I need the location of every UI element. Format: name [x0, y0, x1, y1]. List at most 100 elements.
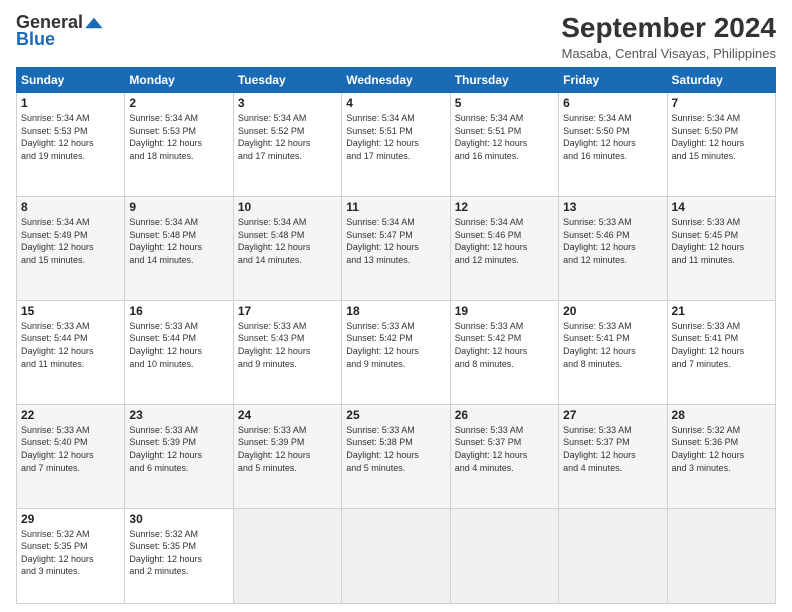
calendar-cell — [342, 508, 450, 603]
day-info: Sunrise: 5:34 AM Sunset: 5:51 PM Dayligh… — [455, 112, 554, 162]
day-info: Sunrise: 5:33 AM Sunset: 5:45 PM Dayligh… — [672, 216, 771, 266]
calendar-cell: 20Sunrise: 5:33 AM Sunset: 5:41 PM Dayli… — [559, 300, 667, 404]
weekday-header: Monday — [125, 68, 233, 93]
logo-blue: Blue — [16, 29, 55, 50]
day-info: Sunrise: 5:33 AM Sunset: 5:39 PM Dayligh… — [238, 424, 337, 474]
day-number: 10 — [238, 200, 337, 214]
day-info: Sunrise: 5:33 AM Sunset: 5:41 PM Dayligh… — [563, 320, 662, 370]
day-info: Sunrise: 5:34 AM Sunset: 5:50 PM Dayligh… — [563, 112, 662, 162]
calendar-cell: 19 Sunrise: 5:33 AM Sunset: 5:42 PM Dayli… — [450, 300, 558, 404]
day-info: Sunrise: 5:33 AM Sunset: 5:44 PM Dayligh… — [129, 320, 228, 370]
day-number: 3 — [238, 96, 337, 110]
calendar-cell: 8Sunrise: 5:34 AM Sunset: 5:49 PM Daylig… — [17, 196, 125, 300]
day-info: Sunrise: 5:34 AM Sunset: 5:50 PM Dayligh… — [672, 112, 771, 162]
calendar-cell: 13Sunrise: 5:33 AM Sunset: 5:46 PM Dayli… — [559, 196, 667, 300]
month-year: September 2024 — [561, 12, 776, 44]
day-number: 30 — [129, 512, 228, 526]
day-number: 7 — [672, 96, 771, 110]
day-info: Sunrise: 5:34 AM Sunset: 5:46 PM Dayligh… — [455, 216, 554, 266]
day-number: 6 — [563, 96, 662, 110]
page: General Blue September 2024 Masaba, Cent… — [0, 0, 792, 612]
day-number: 25 — [346, 408, 445, 422]
calendar-cell: 5 Sunrise: 5:34 AM Sunset: 5:51 PM Daylig… — [450, 93, 558, 197]
day-info: Sunrise: 5:34 AM Sunset: 5:53 PM Dayligh… — [21, 112, 120, 162]
weekday-header: Sunday — [17, 68, 125, 93]
calendar-row: 15 Sunrise: 5:33 AM Sunset: 5:44 PM Dayli… — [17, 300, 776, 404]
day-info: Sunrise: 5:33 AM Sunset: 5:44 PM Dayligh… — [21, 320, 120, 370]
day-info: Sunrise: 5:34 AM Sunset: 5:52 PM Dayligh… — [238, 112, 337, 162]
day-info: Sunrise: 5:33 AM Sunset: 5:46 PM Dayligh… — [563, 216, 662, 266]
day-number: 4 — [346, 96, 445, 110]
day-number: 11 — [346, 200, 445, 214]
calendar-row: 29Sunrise: 5:32 AM Sunset: 5:35 PM Dayli… — [17, 508, 776, 603]
calendar-cell: 23 Sunrise: 5:33 AM Sunset: 5:39 PM Dayli… — [125, 404, 233, 508]
calendar-cell: 3 Sunrise: 5:34 AM Sunset: 5:52 PM Daylig… — [233, 93, 341, 197]
calendar-cell: 16 Sunrise: 5:33 AM Sunset: 5:44 PM Dayli… — [125, 300, 233, 404]
day-info: Sunrise: 5:34 AM Sunset: 5:51 PM Dayligh… — [346, 112, 445, 162]
weekday-header: Thursday — [450, 68, 558, 93]
day-number: 5 — [455, 96, 554, 110]
calendar-cell: 29Sunrise: 5:32 AM Sunset: 5:35 PM Dayli… — [17, 508, 125, 603]
day-info: Sunrise: 5:33 AM Sunset: 5:42 PM Dayligh… — [455, 320, 554, 370]
calendar-cell: 7 Sunrise: 5:34 AM Sunset: 5:50 PM Daylig… — [667, 93, 775, 197]
day-number: 22 — [21, 408, 120, 422]
day-info: Sunrise: 5:34 AM Sunset: 5:48 PM Dayligh… — [238, 216, 337, 266]
header: General Blue September 2024 Masaba, Cent… — [16, 12, 776, 61]
calendar-cell: 9Sunrise: 5:34 AM Sunset: 5:48 PM Daylig… — [125, 196, 233, 300]
calendar-cell: 22Sunrise: 5:33 AM Sunset: 5:40 PM Dayli… — [17, 404, 125, 508]
day-info: Sunrise: 5:32 AM Sunset: 5:36 PM Dayligh… — [672, 424, 771, 474]
day-info: Sunrise: 5:33 AM Sunset: 5:38 PM Dayligh… — [346, 424, 445, 474]
calendar-row: 22Sunrise: 5:33 AM Sunset: 5:40 PM Dayli… — [17, 404, 776, 508]
logo: General Blue — [16, 12, 103, 50]
calendar-cell: 24Sunrise: 5:33 AM Sunset: 5:39 PM Dayli… — [233, 404, 341, 508]
calendar-cell: 10 Sunrise: 5:34 AM Sunset: 5:48 PM Dayli… — [233, 196, 341, 300]
calendar-cell: 28Sunrise: 5:32 AM Sunset: 5:36 PM Dayli… — [667, 404, 775, 508]
day-number: 19 — [455, 304, 554, 318]
day-number: 1 — [21, 96, 120, 110]
calendar-row: 1 Sunrise: 5:34 AM Sunset: 5:53 PM Daylig… — [17, 93, 776, 197]
calendar-cell: 18 Sunrise: 5:33 AM Sunset: 5:42 PM Dayli… — [342, 300, 450, 404]
day-number: 18 — [346, 304, 445, 318]
day-number: 12 — [455, 200, 554, 214]
day-info: Sunrise: 5:33 AM Sunset: 5:37 PM Dayligh… — [563, 424, 662, 474]
calendar-cell: 27Sunrise: 5:33 AM Sunset: 5:37 PM Dayli… — [559, 404, 667, 508]
weekday-header: Tuesday — [233, 68, 341, 93]
calendar-header-row: SundayMondayTuesdayWednesdayThursdayFrid… — [17, 68, 776, 93]
day-info: Sunrise: 5:33 AM Sunset: 5:37 PM Dayligh… — [455, 424, 554, 474]
day-info: Sunrise: 5:33 AM Sunset: 5:42 PM Dayligh… — [346, 320, 445, 370]
calendar-body: 1 Sunrise: 5:34 AM Sunset: 5:53 PM Daylig… — [17, 93, 776, 604]
day-info: Sunrise: 5:32 AM Sunset: 5:35 PM Dayligh… — [21, 528, 120, 578]
calendar-cell: 30 Sunrise: 5:32 AM Sunset: 5:35 PM Dayli… — [125, 508, 233, 603]
calendar-cell: 15 Sunrise: 5:33 AM Sunset: 5:44 PM Dayli… — [17, 300, 125, 404]
day-number: 17 — [238, 304, 337, 318]
calendar-cell: 1 Sunrise: 5:34 AM Sunset: 5:53 PM Daylig… — [17, 93, 125, 197]
day-info: Sunrise: 5:34 AM Sunset: 5:47 PM Dayligh… — [346, 216, 445, 266]
calendar-cell: 6 Sunrise: 5:34 AM Sunset: 5:50 PM Daylig… — [559, 93, 667, 197]
calendar-cell: 12 Sunrise: 5:34 AM Sunset: 5:46 PM Dayli… — [450, 196, 558, 300]
day-number: 8 — [21, 200, 120, 214]
calendar-cell: 25 Sunrise: 5:33 AM Sunset: 5:38 PM Dayli… — [342, 404, 450, 508]
day-number: 26 — [455, 408, 554, 422]
logo-icon — [83, 16, 103, 30]
calendar-cell: 21Sunrise: 5:33 AM Sunset: 5:41 PM Dayli… — [667, 300, 775, 404]
calendar-cell — [559, 508, 667, 603]
day-info: Sunrise: 5:33 AM Sunset: 5:41 PM Dayligh… — [672, 320, 771, 370]
calendar-cell: 4 Sunrise: 5:34 AM Sunset: 5:51 PM Daylig… — [342, 93, 450, 197]
day-number: 14 — [672, 200, 771, 214]
day-number: 16 — [129, 304, 228, 318]
title-block: September 2024 Masaba, Central Visayas, … — [561, 12, 776, 61]
day-number: 15 — [21, 304, 120, 318]
day-number: 23 — [129, 408, 228, 422]
calendar-cell: 2Sunrise: 5:34 AM Sunset: 5:53 PM Daylig… — [125, 93, 233, 197]
day-info: Sunrise: 5:32 AM Sunset: 5:35 PM Dayligh… — [129, 528, 228, 578]
day-number: 2 — [129, 96, 228, 110]
calendar-cell: 26 Sunrise: 5:33 AM Sunset: 5:37 PM Dayli… — [450, 404, 558, 508]
weekday-header: Friday — [559, 68, 667, 93]
day-info: Sunrise: 5:34 AM Sunset: 5:48 PM Dayligh… — [129, 216, 228, 266]
calendar-table: SundayMondayTuesdayWednesdayThursdayFrid… — [16, 67, 776, 604]
calendar-cell: 14 Sunrise: 5:33 AM Sunset: 5:45 PM Dayli… — [667, 196, 775, 300]
day-info: Sunrise: 5:33 AM Sunset: 5:39 PM Dayligh… — [129, 424, 228, 474]
calendar-row: 8Sunrise: 5:34 AM Sunset: 5:49 PM Daylig… — [17, 196, 776, 300]
weekday-header: Wednesday — [342, 68, 450, 93]
calendar-cell: 11 Sunrise: 5:34 AM Sunset: 5:47 PM Dayli… — [342, 196, 450, 300]
